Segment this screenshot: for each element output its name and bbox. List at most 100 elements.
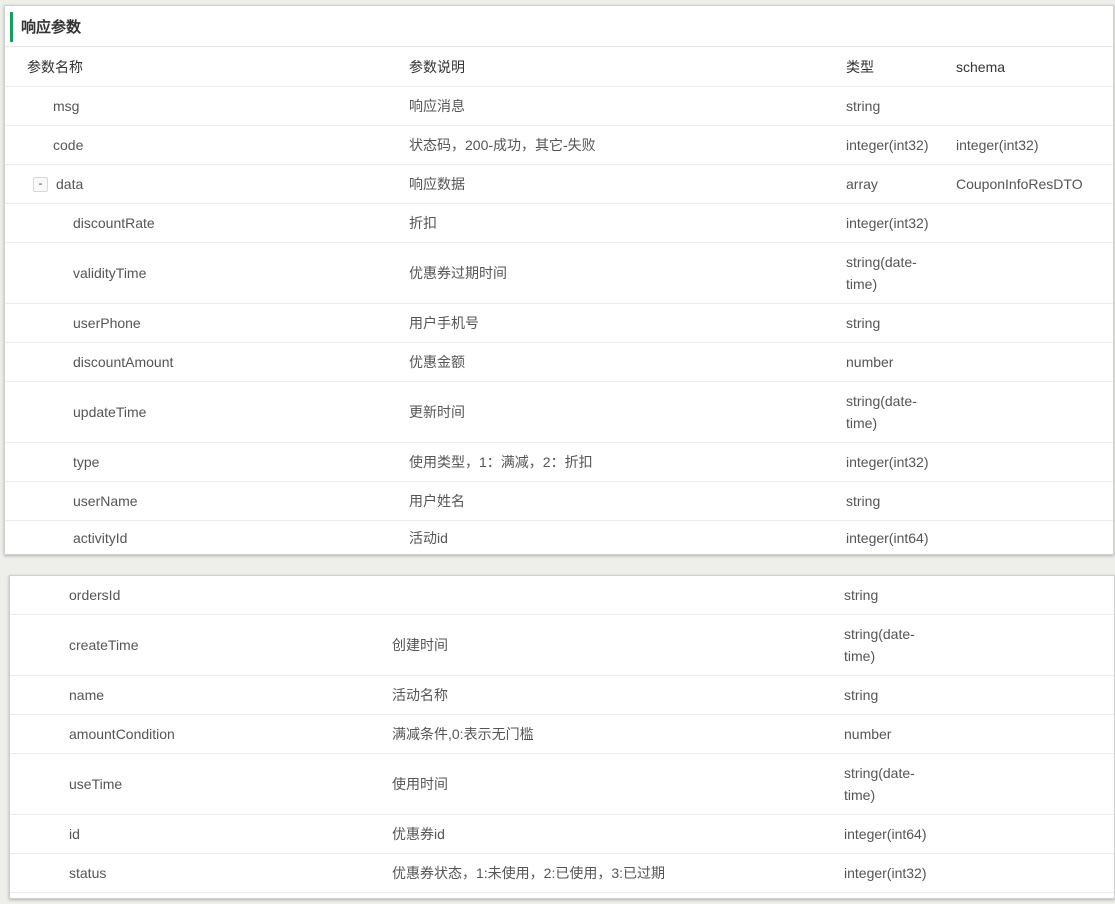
param-name-text: id — [69, 826, 80, 842]
table-header-row: 参数名称 参数说明 类型 schema — [5, 47, 1113, 87]
param-name-text: data — [56, 176, 84, 192]
param-desc: 使用时间 — [392, 776, 448, 792]
param-name-text: activityId — [73, 529, 128, 546]
params-table-continued: ordersId string createTime 创建时间 string(date-… — [10, 576, 1114, 893]
table-row: validityTime 优惠券过期时间 string(date-time) — [5, 243, 1113, 304]
param-name: code — [27, 126, 83, 164]
param-name: createTime — [10, 615, 139, 675]
response-params-panel-continued: ordersId string createTime 创建时间 string(date-… — [9, 575, 1115, 899]
param-desc: 活动id — [409, 529, 448, 546]
param-schema: CouponInfoResDTO — [956, 176, 1083, 192]
param-desc: 状态码，200-成功，其它-失败 — [409, 137, 596, 153]
param-type: integer(int32) — [844, 865, 927, 881]
param-name-text: name — [69, 687, 105, 703]
table-row: discountAmount 优惠金额 number — [5, 343, 1113, 382]
param-name-text: type — [73, 454, 100, 470]
param-desc: 响应消息 — [409, 98, 465, 114]
param-name-text: validityTime — [73, 265, 147, 281]
param-type: string — [846, 98, 881, 114]
param-name-text: discountRate — [73, 215, 155, 231]
table-row: discountRate 折扣 integer(int32) — [5, 204, 1113, 243]
param-type: string — [846, 315, 881, 331]
param-type: integer(int32) — [846, 137, 929, 153]
response-params-panel: 响应参数 参数名称 参数说明 类型 schema msg 响应消息 string co… — [4, 5, 1114, 555]
param-name: status — [10, 854, 106, 892]
section-title: 响应参数 — [21, 18, 82, 36]
param-type: string(date-time) — [846, 254, 917, 292]
param-desc: 优惠金额 — [409, 354, 465, 370]
param-name-text: userName — [73, 493, 138, 509]
param-name: useTime — [10, 754, 122, 814]
param-name: ordersId — [10, 576, 120, 614]
table-row: userPhone 用户手机号 string — [5, 304, 1113, 343]
param-desc: 用户手机号 — [409, 315, 479, 331]
param-name-text: amountCondition — [69, 726, 175, 742]
table-row: userName 用户姓名 string — [5, 482, 1113, 521]
header-type: 类型 — [846, 58, 874, 75]
param-name-text: discountAmount — [73, 354, 174, 370]
param-desc: 响应数据 — [409, 176, 465, 192]
table-row: amountCondition 满减条件,0:表示无门槛 number — [10, 715, 1114, 754]
param-desc: 折扣 — [409, 215, 437, 231]
param-desc: 优惠券状态，1:未使用，2:已使用，3:已过期 — [392, 865, 666, 881]
param-name: discountAmount — [27, 343, 173, 381]
param-type: number — [846, 354, 894, 370]
param-type: string(date-time) — [844, 626, 915, 664]
param-type: string — [846, 493, 881, 509]
param-name: - data — [27, 165, 83, 203]
param-type: string(date-time) — [844, 765, 915, 803]
param-name-text: userPhone — [73, 315, 141, 331]
param-name: updateTime — [27, 382, 146, 442]
param-name: validityTime — [27, 243, 146, 303]
param-name-text: code — [53, 137, 84, 153]
param-name-text: status — [69, 865, 107, 881]
param-schema: integer(int32) — [956, 137, 1039, 153]
param-name-text: createTime — [69, 637, 139, 653]
param-name: userPhone — [27, 304, 141, 342]
param-name-text: msg — [53, 98, 80, 114]
param-desc: 优惠券id — [392, 826, 445, 842]
param-name-text: updateTime — [73, 404, 147, 420]
param-desc: 用户姓名 — [409, 493, 465, 509]
param-desc: 更新时间 — [409, 404, 465, 420]
param-name: name — [10, 676, 104, 714]
param-type: integer(int32) — [846, 215, 929, 231]
param-desc: 优惠券过期时间 — [409, 265, 507, 281]
table-row: updateTime 更新时间 string(date-time) — [5, 382, 1113, 443]
table-row: id 优惠券id integer(int64) — [10, 815, 1114, 854]
param-name: amountCondition — [10, 715, 175, 753]
section-accent-bar — [10, 12, 13, 42]
table-row: type 使用类型，1：满减，2：折扣 integer(int32) — [5, 443, 1113, 482]
param-type: string — [844, 587, 879, 603]
table-row: - data 响应数据 array CouponInfoResDTO — [5, 165, 1113, 204]
params-table: 参数名称 参数说明 类型 schema msg 响应消息 string code 状态码… — [5, 47, 1113, 554]
param-name: type — [27, 443, 99, 481]
param-desc: 满减条件,0:表示无门槛 — [392, 726, 534, 742]
table-row: status 优惠券状态，1:未使用，2:已使用，3:已过期 integer(int… — [10, 854, 1114, 893]
table-row: ordersId string — [10, 576, 1114, 615]
param-name: msg — [27, 87, 79, 125]
table-row: activityId 活动id integer(int64) — [5, 521, 1113, 554]
collapse-toggle[interactable]: - — [33, 176, 48, 192]
header-desc: 参数说明 — [409, 58, 465, 75]
param-type: integer(int32) — [846, 454, 929, 470]
section-header: 响应参数 — [5, 6, 1113, 47]
param-type: integer(int64) — [844, 826, 927, 842]
param-type: number — [844, 726, 892, 742]
param-name: activityId — [27, 521, 127, 554]
param-desc: 活动名称 — [392, 687, 448, 703]
table-row: name 活动名称 string — [10, 676, 1114, 715]
param-type: array — [846, 176, 878, 192]
param-name-text: ordersId — [69, 587, 121, 603]
table-row: code 状态码，200-成功，其它-失败 integer(int32) intege… — [5, 126, 1113, 165]
param-name: userName — [27, 482, 138, 520]
table-row: createTime 创建时间 string(date-time) — [10, 615, 1114, 676]
table-row: msg 响应消息 string — [5, 87, 1113, 126]
param-desc: 使用类型，1：满减，2：折扣 — [409, 454, 593, 470]
table-row: useTime 使用时间 string(date-time) — [10, 754, 1114, 815]
param-type: integer(int64) — [846, 529, 929, 546]
param-name: id — [10, 815, 80, 853]
param-type: string(date-time) — [846, 393, 917, 431]
param-type: string — [844, 687, 879, 703]
param-name-text: useTime — [69, 776, 123, 792]
